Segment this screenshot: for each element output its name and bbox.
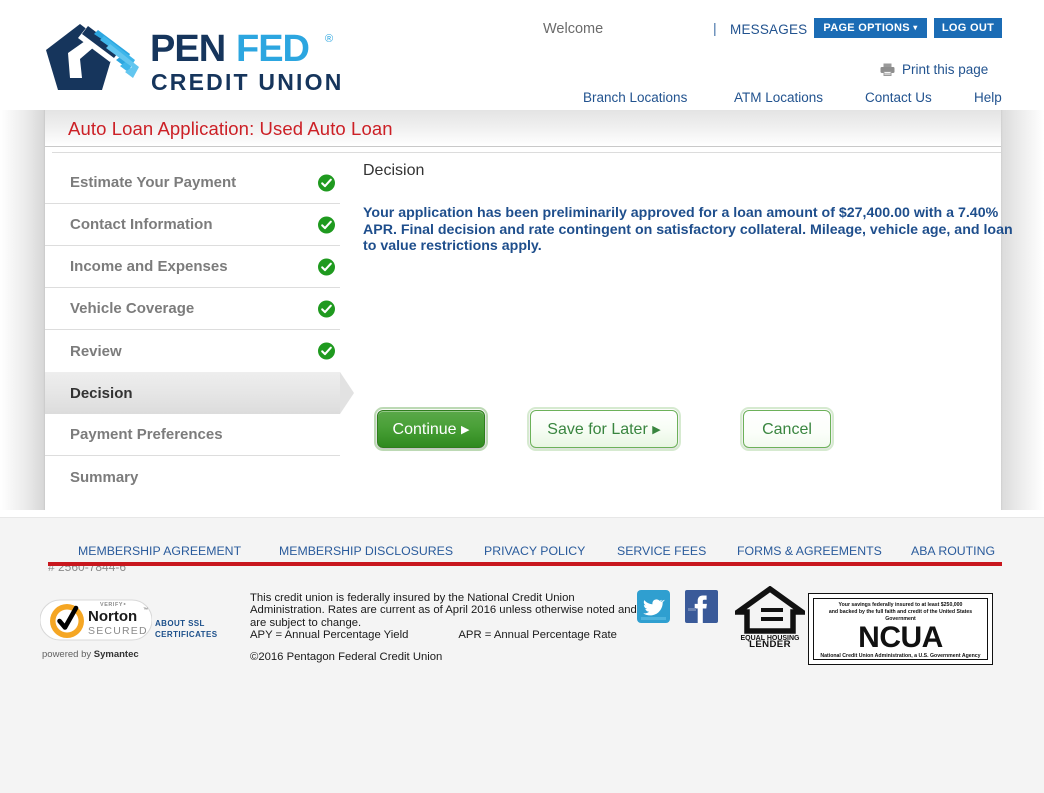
footer-link-privacy-policy[interactable]: PRIVACY POLICY <box>484 544 585 558</box>
twitter-icon[interactable] <box>637 590 670 623</box>
printer-icon <box>880 63 895 76</box>
about-ssl-line2: CERTIFICATES <box>155 630 218 639</box>
content-panel: Auto Loan Application: Used Auto Loan Es… <box>45 110 1013 510</box>
step-label: Income and Expenses <box>70 258 228 275</box>
header-nav: Branch Locations ATM Locations Contact U… <box>575 90 1005 112</box>
ncua-top-line1: Your savings federally insured to at lea… <box>838 602 963 608</box>
nav-link-contact-us[interactable]: Contact Us <box>865 90 932 105</box>
welcome-text: Welcome <box>543 21 604 37</box>
sidebar-item-contact-information[interactable]: Contact Information <box>45 204 340 246</box>
apy-apr-row: APY = Annual Percentage Yield APR = Annua… <box>250 629 640 641</box>
step-label: Review <box>70 342 122 360</box>
ncua-wordmark: NCUA <box>858 621 943 654</box>
symantec-brand: Symantec <box>93 649 139 660</box>
arrow-right-icon: ▶ <box>461 424 470 436</box>
page-options-button[interactable]: PAGE OPTIONS ▾ <box>814 18 927 38</box>
step-label: Estimate Your Payment <box>70 174 237 191</box>
save-for-later-label: Save for Later <box>547 421 648 438</box>
ncua-bottom-text: National Credit Union Administration, a … <box>820 653 981 659</box>
section-heading: Decision <box>363 162 425 179</box>
nav-link-atm-locations[interactable]: ATM Locations <box>734 90 823 105</box>
action-button-row: Continue ▶ Save for Later ▶ Cancel <box>374 407 1017 452</box>
step-label: Vehicle Coverage <box>70 300 195 317</box>
equal-housing-line2: LENDER <box>749 639 791 648</box>
active-step-arrow <box>340 372 354 414</box>
ncua-badge: Your savings federally insured to at lea… <box>808 593 993 665</box>
footer-disclosure: This credit union is federally insured b… <box>250 592 640 642</box>
step-label: Contact Information <box>70 216 213 233</box>
svg-text:™: ™ <box>143 607 148 613</box>
decision-section: Decision Your application has been preli… <box>363 162 1023 255</box>
svg-text:CREDIT UNION: CREDIT UNION <box>151 69 344 95</box>
site-header: PEN FED ® CREDIT UNION Welcome | MESSAGE… <box>0 0 1044 110</box>
sidebar-item-income-and-expenses[interactable]: Income and Expenses <box>45 246 340 288</box>
ncua-badge-inner: Your savings federally insured to at lea… <box>813 598 988 660</box>
svg-text:FED: FED <box>236 28 309 70</box>
step-label: Payment Preferences <box>70 426 223 443</box>
footer-link-membership-disclosures[interactable]: MEMBERSHIP DISCLOSURES <box>279 544 453 558</box>
header-separator: | <box>713 20 717 36</box>
sidebar-item-review[interactable]: Review <box>45 330 340 372</box>
svg-text:Norton: Norton <box>88 608 137 625</box>
about-ssl-certificates-link[interactable]: ABOUT SSL CERTIFICATES <box>155 618 218 640</box>
check-circle-icon <box>318 342 335 360</box>
panel-title-bar: Auto Loan Application: Used Auto Loan <box>45 110 1001 147</box>
arrow-right-icon: ▶ <box>652 424 661 436</box>
footer-link-forms-and-agreements[interactable]: FORMS & AGREEMENTS <box>737 544 882 558</box>
equal-housing-lender-logo: EQUAL HOUSING LENDER <box>729 585 811 650</box>
footer-link-aba-routing[interactable]: ABA ROUTING <box>911 544 995 558</box>
chevron-down-icon: ▾ <box>913 23 918 32</box>
check-circle-icon <box>318 174 335 191</box>
log-out-button[interactable]: LOG OUT <box>934 18 1002 38</box>
powered-prefix: powered by <box>42 649 94 660</box>
footer-link-membership-agreement[interactable]: MEMBERSHIP AGREEMENT <box>78 544 241 558</box>
print-page-link[interactable]: Print this page <box>902 62 988 77</box>
decision-message: Your application has been preliminarily … <box>363 205 1013 254</box>
check-circle-icon <box>318 216 335 233</box>
messages-link[interactable]: MESSAGES <box>730 22 807 37</box>
step-label: Decision <box>70 384 133 402</box>
svg-text:SECURED: SECURED <box>88 625 148 637</box>
sidebar-item-estimate-your-payment[interactable]: Estimate Your Payment <box>45 162 340 204</box>
cancel-button[interactable]: Cancel <box>740 407 834 451</box>
print-page-row[interactable]: Print this page <box>880 62 988 77</box>
norton-powered-by: powered by Symantec <box>42 649 139 660</box>
sidebar-item-summary[interactable]: Summary <box>45 456 340 498</box>
svg-text:PEN: PEN <box>150 28 225 70</box>
disclosure-line-3: are subject to change. <box>250 616 362 629</box>
disclosure-line-2: Administration. Rates are current as of … <box>250 604 637 617</box>
facebook-icon[interactable] <box>685 590 718 623</box>
penfed-logo[interactable]: PEN FED ® CREDIT UNION <box>40 20 360 98</box>
sidebar-item-payment-preferences[interactable]: Payment Preferences <box>45 414 340 456</box>
nav-link-help[interactable]: Help <box>974 90 1002 105</box>
page-title: Auto Loan Application: Used Auto Loan <box>68 118 393 139</box>
about-ssl-line1: ABOUT SSL <box>155 619 205 628</box>
page-options-label: PAGE OPTIONS <box>823 22 910 34</box>
norton-secured-seal[interactable]: VERIFY‣ Norton ™ SECURED <box>40 596 152 648</box>
apy-definition: APY = Annual Percentage Yield <box>250 629 409 642</box>
footer-link-row: MEMBERSHIP AGREEMENT MEMBERSHIP DISCLOSU… <box>60 544 1010 560</box>
check-circle-icon <box>318 300 335 317</box>
sidebar-item-vehicle-coverage[interactable]: Vehicle Coverage <box>45 288 340 330</box>
page-shadow-left <box>0 110 45 510</box>
continue-label: Continue <box>392 421 457 438</box>
disclosure-line-1: This credit union is federally insured b… <box>250 592 575 604</box>
panel-divider <box>52 152 1001 153</box>
apr-definition: APR = Annual Percentage Rate <box>458 629 617 642</box>
check-circle-icon <box>318 258 335 275</box>
site-footer: MEMBERSHIP AGREEMENT MEMBERSHIP DISCLOSU… <box>0 517 1044 793</box>
page-root: PEN FED ® CREDIT UNION Welcome | MESSAGE… <box>0 0 1044 793</box>
nav-link-branch-locations[interactable]: Branch Locations <box>583 90 687 105</box>
copyright-text: ©2016 Pentagon Federal Credit Union <box>250 651 443 663</box>
continue-button[interactable]: Continue ▶ <box>374 407 488 451</box>
sidebar-item-decision[interactable]: Decision <box>45 372 354 414</box>
ncua-top-text: Your savings federally insured to at lea… <box>818 602 983 623</box>
step-label: Summary <box>70 468 139 486</box>
save-for-later-button[interactable]: Save for Later ▶ <box>527 407 681 451</box>
footer-red-rule <box>48 562 1002 566</box>
footer-link-service-fees[interactable]: SERVICE FEES <box>617 544 706 558</box>
application-step-list: Estimate Your Payment Contact Informatio… <box>45 162 354 498</box>
svg-text:®: ® <box>325 33 333 45</box>
